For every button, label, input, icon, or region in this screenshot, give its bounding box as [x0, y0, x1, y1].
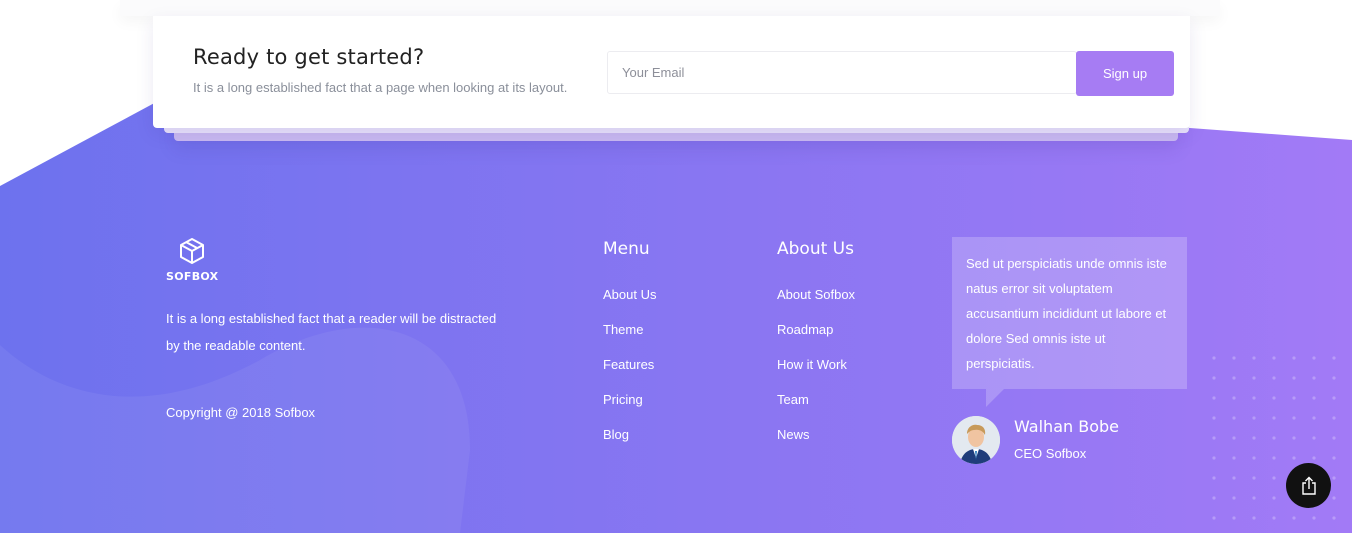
about-item-team: Team: [777, 392, 855, 427]
testimonial-quote: Sed ut perspiciatis unde omnis iste natu…: [952, 237, 1187, 389]
about-item-how-it-work: How it Work: [777, 357, 855, 392]
about-link[interactable]: News: [777, 427, 810, 442]
brand-description: It is a long established fact that a rea…: [166, 311, 497, 353]
menu-item-blog: Blog: [603, 427, 656, 462]
quote-tail: [986, 389, 1004, 407]
menu-link[interactable]: Blog: [603, 427, 629, 442]
about-link[interactable]: Roadmap: [777, 322, 833, 337]
cube-logo-icon: [180, 238, 204, 264]
menu-link[interactable]: About Us: [603, 287, 656, 302]
about-item-sofbox: About Sofbox: [777, 287, 855, 322]
sofbox-logo[interactable]: SOFBOX: [166, 237, 220, 285]
cta-subtitle: It is a long established fact that a pag…: [193, 80, 568, 95]
menu-item-features: Features: [603, 357, 656, 392]
about-link[interactable]: How it Work: [777, 357, 847, 372]
share-button[interactable]: [1286, 463, 1331, 508]
avatar: [952, 416, 1000, 464]
about-links: About Sofbox Roadmap How it Work Team Ne…: [777, 287, 855, 462]
share-icon: [1301, 476, 1316, 495]
logo-text: SOFBOX: [166, 270, 219, 283]
about-link[interactable]: Team: [777, 392, 809, 407]
about-heading: About Us: [777, 239, 854, 259]
menu-item-theme: Theme: [603, 322, 656, 357]
signup-button[interactable]: Sign up: [1076, 51, 1174, 96]
menu-item-about-us: About Us: [603, 287, 656, 322]
signup-card: Ready to get started? It is a long estab…: [153, 16, 1190, 128]
email-input[interactable]: [607, 51, 1077, 94]
dot-pattern: [1210, 352, 1352, 533]
footer-page: Ready to get started? It is a long estab…: [0, 0, 1352, 533]
testimonial-role: CEO Sofbox: [1014, 446, 1087, 461]
previous-section-edge: [120, 0, 1220, 16]
about-item-roadmap: Roadmap: [777, 322, 855, 357]
testimonial-name: Walhan Bobe: [1014, 417, 1119, 436]
menu-link[interactable]: Features: [603, 357, 654, 372]
menu-links: About Us Theme Features Pricing Blog: [603, 287, 656, 462]
menu-link[interactable]: Pricing: [603, 392, 643, 407]
cta-title: Ready to get started?: [193, 45, 425, 69]
menu-item-pricing: Pricing: [603, 392, 656, 427]
about-item-news: News: [777, 427, 855, 462]
menu-heading: Menu: [603, 239, 650, 259]
about-link[interactable]: About Sofbox: [777, 287, 855, 302]
copyright-text: Copyright @ 2018 Sofbox: [166, 405, 316, 420]
menu-link[interactable]: Theme: [603, 322, 643, 337]
person-avatar-icon: [952, 416, 1000, 464]
